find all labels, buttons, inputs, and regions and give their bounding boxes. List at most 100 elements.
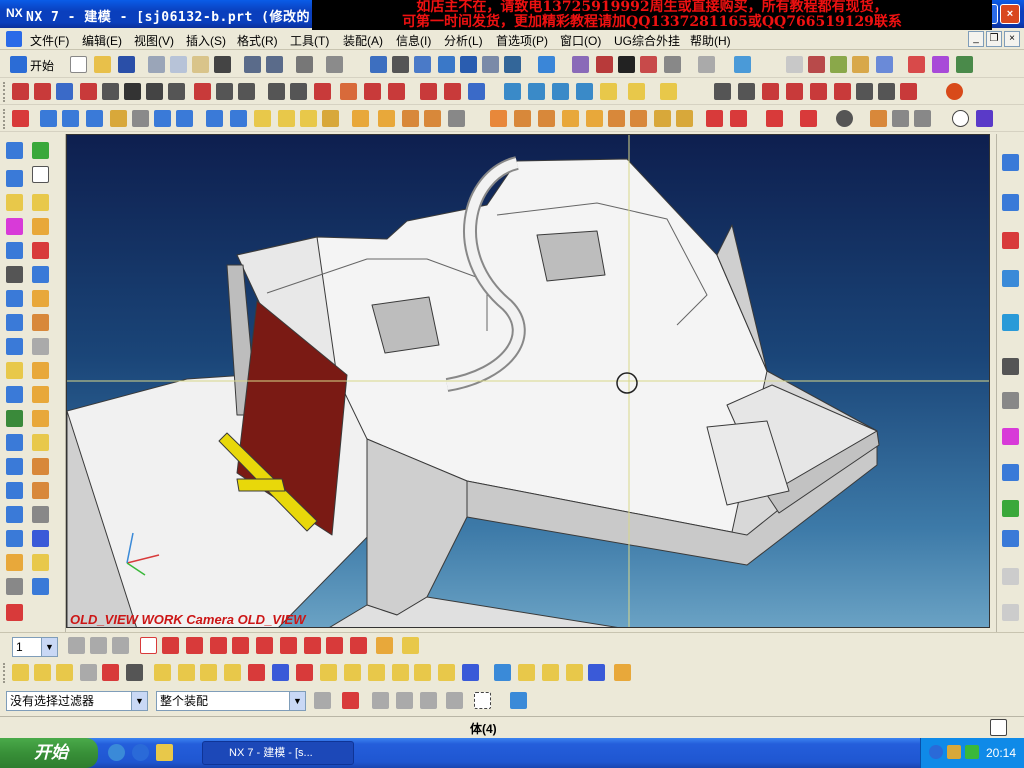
unsuppress-feature-icon[interactable] (126, 664, 143, 681)
trim-body-icon[interactable] (278, 110, 295, 127)
box-icon[interactable] (32, 578, 49, 595)
object-display-icon[interactable] (852, 56, 869, 73)
hand-icon[interactable] (32, 434, 49, 451)
divide-curve-icon[interactable] (444, 83, 461, 100)
filter-settings-icon[interactable] (314, 692, 331, 709)
save-icon[interactable] (118, 56, 135, 73)
sheet-icon[interactable] (32, 166, 49, 183)
remove-parameters-icon[interactable] (178, 664, 195, 681)
revolve-icon[interactable] (62, 110, 79, 127)
menu-analysis[interactable]: 分析(L) (444, 32, 483, 49)
clock-icon[interactable] (952, 110, 969, 127)
playback-icon[interactable] (200, 664, 217, 681)
selection-filter-combo[interactable]: 没有选择过滤器 ▼ (6, 691, 148, 711)
feature-order-icon[interactable] (344, 664, 361, 681)
system-tab-icon[interactable] (1002, 530, 1019, 547)
app-menu-icon[interactable] (6, 31, 22, 47)
menu-ug-plugin[interactable]: UG综合外挂 (614, 32, 680, 49)
point-icon[interactable] (80, 83, 97, 100)
assembly-tab-icon[interactable] (1002, 154, 1019, 171)
edge-blend-icon[interactable] (322, 110, 339, 127)
curve-length-icon[interactable] (714, 83, 731, 100)
helix-icon[interactable] (340, 83, 357, 100)
curvature-icon[interactable] (518, 664, 535, 681)
select-all-icon[interactable] (372, 692, 389, 709)
info-object-icon[interactable] (462, 664, 479, 681)
new-file-icon[interactable] (70, 56, 87, 73)
zoom-icon[interactable] (414, 56, 431, 73)
group-feature-icon[interactable] (320, 664, 337, 681)
sphere-tool-icon[interactable] (6, 410, 23, 427)
start-menu-button[interactable]: 开始 (30, 57, 54, 74)
web-tab-icon[interactable] (1002, 270, 1019, 287)
delete-icon[interactable] (214, 56, 231, 73)
select-icon[interactable] (140, 637, 157, 654)
menu-tools[interactable]: 工具(T) (290, 32, 329, 49)
wave-link-icon[interactable] (368, 664, 385, 681)
cube-shaded-icon[interactable] (32, 290, 49, 307)
extract-curve-icon[interactable] (552, 83, 569, 100)
snap-control-icon[interactable] (304, 637, 321, 654)
menu-assembly[interactable]: 装配(A) (343, 32, 383, 49)
chevron-down-icon[interactable]: ▼ (41, 638, 57, 656)
chain-icon[interactable] (6, 506, 23, 523)
plane-icon[interactable] (168, 83, 185, 100)
perspective-icon[interactable] (504, 56, 521, 73)
link-icon[interactable] (6, 578, 23, 595)
clearance-icon[interactable] (32, 386, 49, 403)
measure-angle-icon[interactable] (402, 637, 419, 654)
chevron-down-icon[interactable]: ▼ (131, 692, 147, 710)
menu-insert[interactable]: 插入(S) (186, 32, 226, 49)
show-hide-icon[interactable] (734, 56, 751, 73)
roles-tab-icon[interactable] (1002, 500, 1019, 517)
snap-quadrant-icon[interactable] (232, 637, 249, 654)
synchronous-modeling-icon[interactable] (706, 110, 723, 127)
combined-projection-icon[interactable] (660, 83, 677, 100)
assembly-scope-combo[interactable]: 整个装配 ▼ (156, 691, 306, 711)
sphere-icon[interactable] (836, 110, 853, 127)
unite-icon[interactable] (206, 110, 223, 127)
mirror-feature-icon[interactable] (514, 110, 531, 127)
boss-icon[interactable] (132, 110, 149, 127)
rotate-icon[interactable] (460, 56, 477, 73)
tools-tab-icon[interactable] (1002, 464, 1019, 481)
taskbar-nx-window[interactable]: NX 7 - 建模 - [s... (202, 741, 354, 765)
more-tools-icon[interactable] (976, 110, 993, 127)
chart-icon[interactable] (6, 554, 23, 571)
pan-icon[interactable] (482, 56, 499, 73)
measure-distance-icon[interactable] (376, 637, 393, 654)
section-curve-icon[interactable] (528, 83, 545, 100)
hd3d-icon[interactable] (32, 194, 49, 211)
open-folder-icon[interactable] (32, 266, 49, 283)
snap-face-icon[interactable] (350, 637, 367, 654)
face-analysis-icon[interactable] (698, 56, 715, 73)
fillet-icon[interactable] (194, 83, 211, 100)
ellipse-icon[interactable] (268, 83, 285, 100)
snap-midpoint-icon[interactable] (186, 637, 203, 654)
wave-icon[interactable] (6, 362, 23, 379)
house-icon[interactable] (32, 458, 49, 475)
cylinder-icon[interactable] (892, 110, 909, 127)
parabola-icon[interactable] (290, 83, 307, 100)
cube-select-icon[interactable] (510, 692, 527, 709)
cut-icon[interactable] (148, 56, 165, 73)
extrude-icon[interactable] (40, 110, 57, 127)
edit-curve-icon[interactable] (738, 83, 755, 100)
analysis-icon[interactable] (908, 56, 925, 73)
menu-view[interactable]: 视图(V) (134, 32, 174, 49)
pocket-icon[interactable] (154, 110, 171, 127)
expression-icon[interactable] (272, 664, 289, 681)
info-icon[interactable] (932, 56, 949, 73)
update-icon[interactable] (224, 664, 241, 681)
delete-face-icon[interactable] (654, 110, 671, 127)
layer-move-icon[interactable] (90, 637, 107, 654)
hole-icon[interactable] (110, 110, 127, 127)
replace-feature-icon[interactable] (154, 664, 171, 681)
split-body-icon[interactable] (300, 110, 317, 127)
plugin-icon[interactable] (956, 56, 973, 73)
part-tab-icon[interactable] (1002, 232, 1019, 249)
parameterize-icon[interactable] (900, 83, 917, 100)
polygon-icon[interactable] (238, 83, 255, 100)
reuse-library-icon[interactable] (6, 194, 23, 211)
shell-icon[interactable] (402, 110, 419, 127)
